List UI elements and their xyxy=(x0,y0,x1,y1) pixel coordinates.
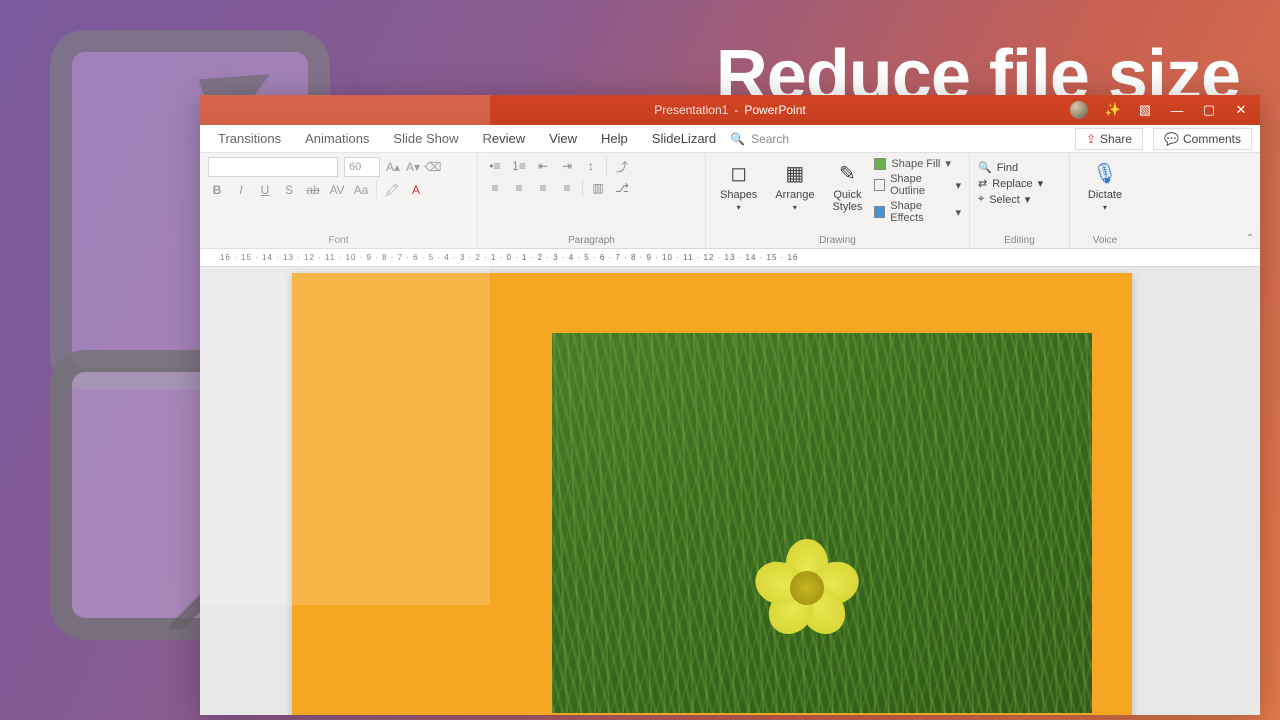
arrange-icon: ▦ xyxy=(781,159,809,187)
tab-review[interactable]: Review xyxy=(472,127,535,150)
search-icon: 🔍 xyxy=(730,132,745,146)
comments-button[interactable]: 💬Comments xyxy=(1153,128,1252,150)
tab-view[interactable]: View xyxy=(539,127,587,150)
tab-animations[interactable]: Animations xyxy=(295,127,379,150)
align-center-button[interactable]: ≡ xyxy=(510,179,528,197)
case-button[interactable]: Aa xyxy=(352,181,370,199)
outdent-button[interactable]: ⇤ xyxy=(534,157,552,175)
ribbon: 60 A▴ A▾ ⌫ B I U S ab AV Aa 🖍 A xyxy=(200,153,1260,249)
smartart-button[interactable]: ⎇ xyxy=(613,179,631,197)
minimize-button[interactable]: — xyxy=(1170,103,1184,117)
slide[interactable] xyxy=(292,273,1132,715)
dictate-button[interactable]: 🎙Dictate▾ xyxy=(1078,157,1132,214)
present-icon[interactable]: ▧ xyxy=(1138,103,1152,117)
powerpoint-window: Presentation1 - PowerPoint ✨ ▧ — ▢ ✕ Tra… xyxy=(200,95,1260,715)
share-button[interactable]: ⇪Share xyxy=(1075,128,1143,150)
share-icon: ⇪ xyxy=(1086,132,1096,146)
group-font: 60 A▴ A▾ ⌫ B I U S ab AV Aa 🖍 A xyxy=(200,153,478,248)
yellow-flower xyxy=(752,533,862,643)
indent-button[interactable]: ⇥ xyxy=(558,157,576,175)
numbering-button[interactable]: 1≡ xyxy=(510,157,528,175)
underline-button[interactable]: U xyxy=(256,181,274,199)
tab-transitions[interactable]: Transitions xyxy=(208,127,291,150)
spacing-button[interactable]: AV xyxy=(328,181,346,199)
group-voice: 🎙Dictate▾ Voice xyxy=(1070,153,1140,248)
tab-slidelizard[interactable]: SlideLizard xyxy=(642,127,726,150)
comments-icon: 💬 xyxy=(1164,132,1179,146)
ribbon-tabs: Transitions Animations Slide Show Review… xyxy=(200,125,1260,153)
flower-photo[interactable] xyxy=(552,333,1092,713)
styles-icon: ✎ xyxy=(833,159,861,187)
strike-button[interactable]: ab xyxy=(304,181,322,199)
select-icon: ⌖ xyxy=(978,193,984,206)
align-left-button[interactable]: ≡ xyxy=(486,179,504,197)
replace-icon: ⇄ xyxy=(978,177,987,190)
select-button[interactable]: ⌖Select ▾ xyxy=(978,193,1061,206)
fill-icon xyxy=(874,158,886,170)
tab-slideshow[interactable]: Slide Show xyxy=(383,127,468,150)
group-editing: 🔍Find ⇄Replace ▾ ⌖Select ▾ Editing xyxy=(970,153,1070,248)
quick-styles-button[interactable]: ✎Quick Styles xyxy=(826,157,868,215)
maximize-button[interactable]: ▢ xyxy=(1202,103,1216,117)
effects-icon[interactable]: ✨ xyxy=(1106,103,1120,117)
shadow-button[interactable]: S xyxy=(280,181,298,199)
outline-icon xyxy=(874,179,885,191)
close-button[interactable]: ✕ xyxy=(1234,103,1248,117)
microphone-icon: 🎙 xyxy=(1091,159,1119,187)
align-right-button[interactable]: ≡ xyxy=(534,179,552,197)
justify-button[interactable]: ≡ xyxy=(558,179,576,197)
bold-button[interactable]: B xyxy=(208,181,226,199)
group-drawing: ◻Shapes▾ ▦Arrange▾ ✎Quick Styles Shape F… xyxy=(706,153,970,248)
shapes-button[interactable]: ◻Shapes▾ xyxy=(714,157,763,214)
slide-canvas[interactable] xyxy=(200,267,1260,715)
titlebar: Presentation1 - PowerPoint ✨ ▧ — ▢ ✕ xyxy=(200,95,1260,125)
shape-outline-button[interactable]: Shape Outline ▾ xyxy=(874,173,961,197)
columns-button[interactable]: ▥ xyxy=(589,179,607,197)
shape-effects-button[interactable]: Shape Effects ▾ xyxy=(874,200,961,224)
highlight-button[interactable]: 🖍 xyxy=(383,181,401,199)
font-size-select[interactable]: 60 xyxy=(344,157,380,177)
font-color-button[interactable]: A xyxy=(407,181,425,199)
replace-button[interactable]: ⇄Replace ▾ xyxy=(978,177,1061,190)
increase-font-button[interactable]: A▴ xyxy=(386,158,400,176)
window-title: Presentation1 - PowerPoint xyxy=(654,103,805,117)
text-direction-button[interactable]: ⤴ xyxy=(613,157,631,175)
group-paragraph: •≡ 1≡ ⇤ ⇥ ↕ ⤴ ≡ ≡ ≡ ≡ ▥ ⎇ Pa xyxy=(478,153,706,248)
find-button[interactable]: 🔍Find xyxy=(978,161,1061,174)
shape-fill-button[interactable]: Shape Fill ▾ xyxy=(874,157,961,170)
user-avatar[interactable] xyxy=(1070,101,1088,119)
tab-help[interactable]: Help xyxy=(591,127,638,150)
decrease-font-button[interactable]: A▾ xyxy=(406,158,420,176)
find-icon: 🔍 xyxy=(978,161,992,174)
search-box[interactable]: 🔍Search xyxy=(730,132,789,146)
clear-format-button[interactable]: ⌫ xyxy=(426,158,440,176)
font-family-select[interactable] xyxy=(208,157,338,177)
bullets-button[interactable]: •≡ xyxy=(486,157,504,175)
arrange-button[interactable]: ▦Arrange▾ xyxy=(769,157,820,214)
horizontal-ruler: 16 · 15 · 14 · 13 · 12 · 11 · 10 · 9 · 8… xyxy=(200,249,1260,267)
shapes-icon: ◻ xyxy=(725,159,753,187)
effects-icon xyxy=(874,206,885,218)
collapse-ribbon-button[interactable]: ⌃ xyxy=(1246,233,1254,244)
italic-button[interactable]: I xyxy=(232,181,250,199)
line-spacing-button[interactable]: ↕ xyxy=(582,157,600,175)
grass-texture xyxy=(552,333,1092,713)
